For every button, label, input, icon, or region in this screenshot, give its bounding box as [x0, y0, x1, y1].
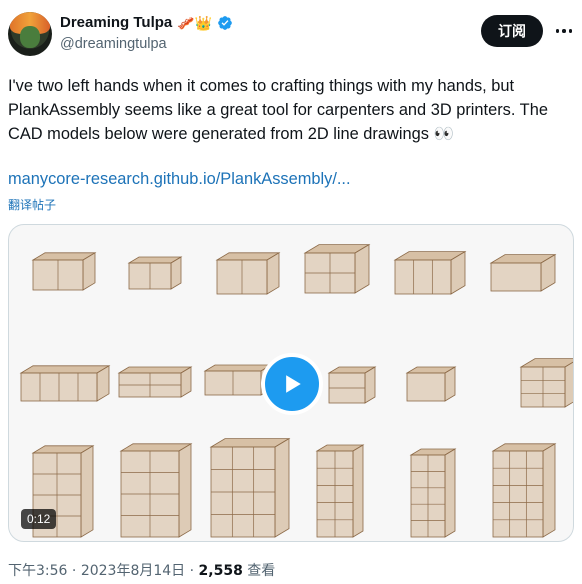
views-label: 查看: [242, 563, 276, 579]
author-handle[interactable]: @dreamingtulpa: [60, 36, 167, 52]
cad-model: [117, 366, 193, 398]
cad-model: [209, 437, 291, 538]
cad-model: [519, 358, 573, 408]
cad-model: [31, 252, 97, 291]
avatar[interactable]: [8, 12, 52, 56]
tweet-text: I've two left hands when it comes to cra…: [8, 77, 548, 143]
play-icon: [286, 375, 301, 393]
name-emojis: 🥓👑: [177, 14, 213, 31]
tweet-date[interactable]: 2023年8月14日: [81, 563, 185, 579]
cad-model: [119, 443, 193, 538]
play-button[interactable]: [261, 353, 323, 415]
cad-model: [327, 366, 377, 404]
cad-model: [19, 365, 111, 402]
cad-model: [491, 443, 557, 538]
follow-button[interactable]: 订阅: [481, 15, 543, 47]
view-count: 2,558: [198, 563, 243, 579]
more-options-icon[interactable]: [553, 21, 575, 41]
cad-model: [315, 444, 365, 538]
cad-model: [405, 366, 457, 402]
author-name-row[interactable]: Dreaming Tulpa 🥓👑: [60, 14, 233, 31]
display-name[interactable]: Dreaming Tulpa: [60, 14, 172, 31]
cad-model: [127, 256, 183, 290]
tweet-time[interactable]: 下午3:56: [8, 563, 67, 579]
cad-model: [215, 252, 281, 295]
video-player[interactable]: 0:12: [8, 224, 574, 542]
cad-model: [393, 250, 467, 295]
tweet-meta: 下午3:56 · 2023年8月14日 · 2,558 查看: [8, 563, 276, 579]
tweet-link[interactable]: manycore-research.github.io/PlankAssembl…: [8, 170, 351, 189]
video-duration: 0:12: [21, 509, 57, 529]
cad-model: [489, 253, 557, 292]
verified-badge-icon: [218, 15, 232, 30]
cad-model: [303, 243, 371, 294]
avatar-face: [20, 26, 40, 48]
cad-model: [409, 448, 457, 538]
translate-post-link[interactable]: 翻译帖子: [8, 196, 56, 213]
